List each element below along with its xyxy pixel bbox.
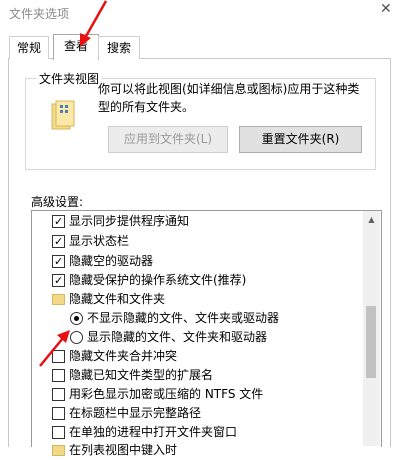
folder-icon (52, 445, 65, 456)
arrow-to-show-hidden-option (39, 330, 70, 367)
annotation-arrows (39, 0, 108, 367)
arrow-to-view-tab (80, 0, 108, 47)
